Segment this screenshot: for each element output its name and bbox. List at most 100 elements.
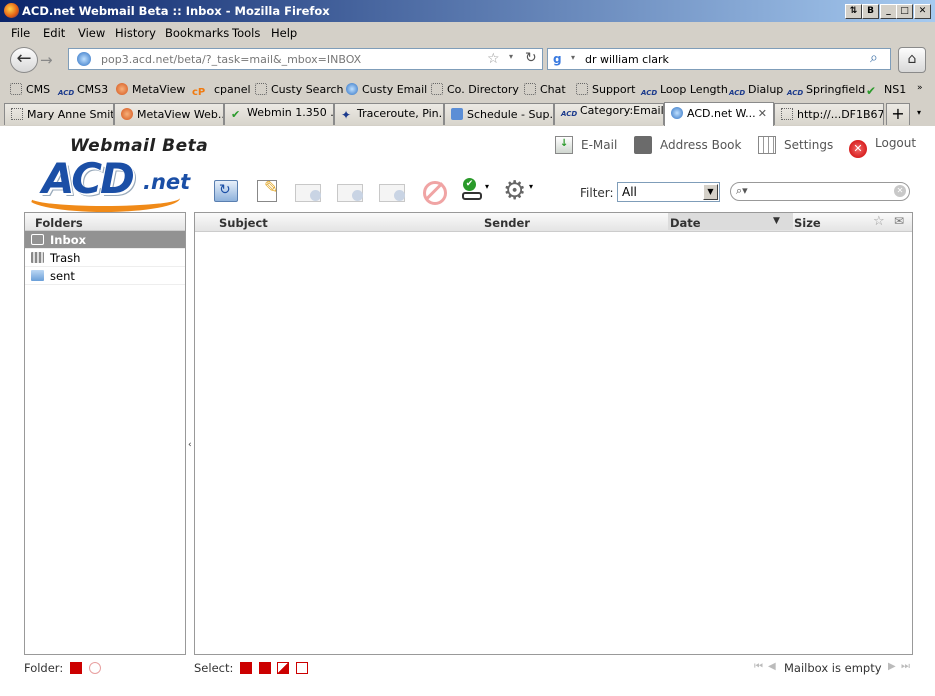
bookmark-support[interactable]: Support — [576, 83, 635, 96]
tab-category-email[interactable]: ACDCategory:Email... — [554, 103, 664, 125]
bookmark-co-directory[interactable]: Co. Directory — [431, 83, 519, 96]
google-icon[interactable]: g — [553, 52, 567, 66]
column-date[interactable]: Date — [670, 216, 701, 230]
new-tab-button[interactable]: + — [886, 103, 910, 125]
menu-tools[interactable]: Tools — [232, 26, 260, 40]
bookmark-loop-length[interactable]: ACD Loop Length — [641, 83, 728, 98]
folder-sent[interactable]: sent — [25, 267, 185, 285]
bookmark-custy-search[interactable]: Custy Search — [255, 83, 344, 96]
site-identity-icon[interactable] — [77, 52, 91, 66]
splitter-handle[interactable]: ‹ — [188, 440, 192, 450]
close-button[interactable]: ✕ — [914, 4, 931, 19]
menu-edit[interactable]: Edit — [43, 26, 65, 40]
next-page-icon: ▶ — [888, 661, 896, 672]
settings-sliders-icon — [758, 136, 776, 154]
tab-mary-anne-smith[interactable]: Mary Anne Smith — [4, 103, 114, 125]
filter-select[interactable]: All ▼ — [617, 182, 720, 202]
bookmarks-overflow-icon[interactable]: » — [917, 83, 923, 93]
search-icon[interactable]: ⌕▾ — [736, 184, 748, 198]
column-sender[interactable]: Sender — [484, 216, 530, 230]
tab-list-icon[interactable]: ▾ — [917, 108, 921, 117]
close-tab-icon[interactable]: ✕ — [758, 107, 767, 120]
gear-icon[interactable]: ⚙ ▾ — [503, 176, 533, 204]
folder-trash[interactable]: Trash — [25, 249, 185, 267]
bookmark-star-icon[interactable]: ☆ — [487, 51, 500, 67]
reply-icon — [295, 176, 323, 204]
engine-dropdown-icon[interactable]: ▾ — [571, 53, 575, 62]
chevron-down-icon[interactable]: ▼ — [703, 184, 718, 200]
logout-icon: ✕ — [849, 140, 867, 158]
folder-list: Folders Inbox Trash sent — [24, 212, 186, 655]
select-all-icon[interactable] — [240, 662, 253, 674]
tab-acd-webmail[interactable]: ACD.net W... ✕ — [664, 102, 774, 126]
forward-icon — [379, 176, 407, 204]
page-icon — [10, 83, 22, 95]
restore-tab-icon[interactable]: ⇅ — [845, 4, 862, 19]
first-page-icon: ⏮ — [754, 661, 763, 672]
reload-icon[interactable]: ↻ — [525, 50, 537, 66]
bookmark-cms3[interactable]: ACD CMS3 — [58, 83, 108, 98]
column-subject[interactable]: Subject — [219, 216, 268, 230]
acd-icon: ACD — [787, 89, 804, 97]
nav-email[interactable]: ↓ E-Mail — [555, 136, 617, 154]
menu-history[interactable]: History — [115, 26, 156, 40]
bookmark-springfield[interactable]: ACD Springfield — [787, 83, 865, 98]
tab-webmin[interactable]: ✔ Webmin 1.350 ... — [224, 103, 334, 125]
checkmark-icon: ✔ — [231, 108, 241, 121]
nav-address-book[interactable]: Address Book — [634, 136, 741, 154]
firefox-icon — [4, 3, 19, 18]
menu-file[interactable]: File — [11, 26, 30, 40]
bookmark-metaview[interactable]: MetaView — [116, 83, 185, 96]
tab-http[interactable]: http://...DF1B67 — [774, 103, 884, 125]
search-bar[interactable]: g ▾ dr william clark ⌕ — [547, 48, 891, 70]
tab-schedule[interactable]: Schedule - Sup... — [444, 103, 554, 125]
email-icon — [346, 83, 358, 95]
history-dropdown-icon[interactable]: ▾ — [509, 52, 513, 61]
bookmark-chat[interactable]: Chat — [524, 83, 566, 96]
select-invert-icon[interactable] — [277, 662, 290, 674]
delete-icon — [421, 176, 449, 205]
menu-help[interactable]: Help — [271, 26, 297, 40]
metaview-icon — [116, 83, 128, 95]
compose-icon[interactable]: ✎ — [254, 176, 282, 204]
select-none-icon[interactable] — [295, 662, 308, 674]
nav-settings[interactable]: Settings — [758, 136, 833, 154]
title-bar: ACD.net Webmail Beta :: Inbox - Mozilla … — [0, 0, 935, 22]
select-page-icon[interactable] — [258, 662, 271, 674]
search-input[interactable]: dr william clark — [585, 53, 669, 66]
forward-button[interactable]: → — [40, 51, 53, 69]
acd-icon: ACD — [729, 89, 746, 97]
nav-logout[interactable]: ✕ Logout — [849, 136, 916, 158]
minimize-button[interactable]: _ — [880, 4, 897, 19]
bookmark-custy-email[interactable]: Custy Email — [346, 83, 427, 96]
address-book-icon — [634, 136, 652, 154]
back-button[interactable]: ← — [10, 47, 38, 73]
attachment-icon[interactable]: ✉ — [894, 214, 904, 228]
folders-header: Folders — [25, 213, 185, 231]
folder-inbox[interactable]: Inbox — [25, 231, 185, 249]
clear-search-icon[interactable]: ✕ — [894, 185, 906, 197]
flag-star-icon[interactable]: ☆ — [873, 214, 885, 229]
quick-search-input[interactable]: ⌕▾ ✕ — [730, 182, 910, 201]
prev-page-icon: ◀ — [768, 661, 776, 672]
search-icon[interactable]: ⌕ — [870, 50, 878, 66]
pin-icon[interactable]: B — [862, 4, 879, 19]
tab-metaview[interactable]: MetaView Web... — [114, 103, 224, 125]
menu-view[interactable]: View — [78, 26, 105, 40]
column-size[interactable]: Size — [794, 216, 821, 230]
last-page-icon: ⏭ — [901, 661, 910, 672]
mark-read-icon[interactable]: ✔ ▾ — [462, 176, 490, 204]
bookmark-cms[interactable]: CMS — [10, 83, 50, 96]
bookmark-dialup[interactable]: ACD Dialup — [729, 83, 783, 98]
tab-traceroute[interactable]: ✦ Traceroute, Pin... — [334, 103, 444, 125]
home-button[interactable]: ⌂ — [898, 47, 926, 73]
url-bar[interactable]: pop3.acd.net/beta/?_task=mail&_mbox=INBO… — [68, 48, 543, 70]
bookmark-cpanel[interactable]: cP cpanel — [192, 83, 251, 99]
star-icon: ✦ — [341, 108, 352, 122]
menu-bookmarks[interactable]: Bookmarks — [165, 26, 229, 40]
folder-options-icon[interactable] — [69, 662, 82, 674]
refresh-mail-icon[interactable]: ↻ — [211, 176, 239, 204]
bookmarks-bar: CMS ACD CMS3 MetaView cP cpanel Custy Sear… — [0, 78, 935, 100]
maximize-button[interactable]: □ — [896, 4, 913, 19]
bookmark-ns1[interactable]: ✔ NS1 — [866, 83, 906, 98]
